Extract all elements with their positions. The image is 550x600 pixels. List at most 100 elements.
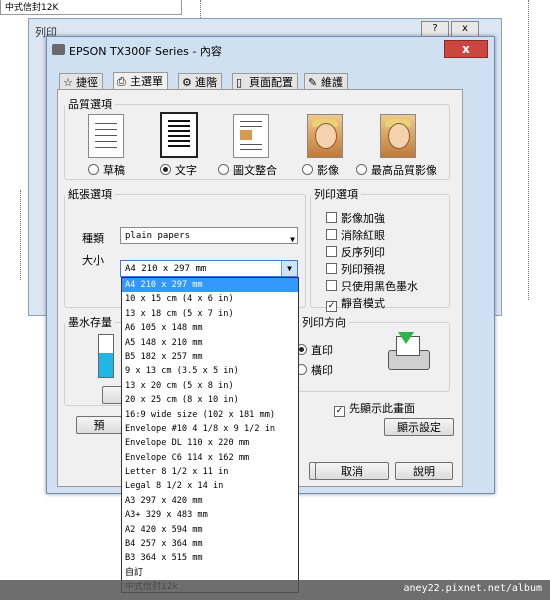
- radio-button[interactable]: [160, 164, 171, 175]
- ink-levels-legend: 墨水存量: [68, 316, 112, 329]
- chevron-down-icon[interactable]: ▼: [281, 261, 297, 276]
- checkbox[interactable]: [326, 212, 337, 223]
- dropdown-option[interactable]: Envelope DL 110 x 220 mm: [122, 436, 298, 450]
- orientation-radio-landscape[interactable]: 橫印: [296, 362, 333, 378]
- dropdown-option[interactable]: 13 x 20 cm (5 x 8 in): [122, 379, 298, 393]
- paper-type-label: 種類: [82, 232, 104, 245]
- orientation-legend: 列印方向: [302, 316, 346, 329]
- dropdown-option[interactable]: B4 257 x 364 mm: [122, 537, 298, 551]
- printer-orientation-icon: [384, 330, 432, 376]
- radio-button[interactable]: [218, 164, 229, 175]
- dropdown-option[interactable]: A5 148 x 210 mm: [122, 336, 298, 350]
- radio-button[interactable]: [302, 164, 313, 175]
- orientation-label: 橫印: [311, 364, 333, 377]
- dropdown-option[interactable]: Envelope #10 4 1/8 x 9 1/2 in: [122, 422, 298, 436]
- quality-radio-draft[interactable]: 草稿: [88, 162, 125, 178]
- dotted-guide: [528, 0, 529, 300]
- watermark-bar: aney22.pixnet.net/album: [0, 580, 550, 600]
- tab-label: 捷徑: [76, 76, 98, 89]
- checkbox-label: 消除紅眼: [341, 229, 385, 242]
- quality-radio-label: 最高品質影像: [371, 164, 437, 177]
- radio-button[interactable]: [88, 164, 99, 175]
- quality-radio-label: 影像: [317, 164, 339, 177]
- background-strip-text: 中式信封12K: [5, 3, 59, 13]
- show-screen-label: 先顯示此畫面: [349, 402, 415, 415]
- checkbox[interactable]: [326, 280, 337, 291]
- quality-radio-label: 圖文整合: [233, 164, 277, 177]
- dropdown-option[interactable]: B5 182 x 257 mm: [122, 350, 298, 364]
- dropdown-option[interactable]: A3 297 x 420 mm: [122, 494, 298, 508]
- paper-size-select[interactable]: A4 210 x 297 mm ▼: [120, 260, 298, 277]
- tab-label: 維護: [321, 76, 343, 89]
- dropdown-option[interactable]: B3 364 x 515 mm: [122, 551, 298, 565]
- checkmark-icon[interactable]: ✓: [326, 301, 337, 312]
- paper-options-legend: 紙張選項: [68, 188, 112, 201]
- radio-button[interactable]: [356, 164, 367, 175]
- checkbox-label: 影像加強: [341, 212, 385, 225]
- best-photo-quality-icon[interactable]: [380, 114, 416, 158]
- orientation-radio-portrait[interactable]: 直印: [296, 342, 333, 358]
- checkbox[interactable]: [326, 246, 337, 257]
- quality-radio-text-image[interactable]: 圖文整合: [218, 162, 277, 178]
- background-window-strip: 中式信封12K: [0, 0, 182, 15]
- checkmark-icon[interactable]: ✓: [334, 406, 345, 417]
- help-dialog-button[interactable]: 說明: [395, 462, 453, 480]
- quality-radio-label: 草稿: [103, 164, 125, 177]
- checkbox-show-this-screen[interactable]: ✓ 先顯示此畫面: [334, 400, 415, 417]
- preview-button[interactable]: 預: [76, 416, 122, 434]
- close-button[interactable]: x: [451, 21, 479, 37]
- photo-quality-icon[interactable]: [307, 114, 343, 158]
- paper-size-value: A4 210 x 297 mm: [125, 264, 207, 274]
- dotted-guide: [200, 0, 201, 18]
- text-quality-icon[interactable]: [160, 112, 198, 158]
- checkbox-quiet-mode[interactable]: ✓ 靜音模式: [326, 295, 385, 312]
- checkbox-black-ink-only[interactable]: 只使用黑色墨水: [326, 278, 418, 294]
- help-button[interactable]: ?: [421, 21, 449, 37]
- paper-type-value: plain papers: [125, 231, 191, 241]
- dropdown-option[interactable]: Envelope C6 114 x 162 mm: [122, 451, 298, 465]
- printer-app-icon: [52, 44, 65, 55]
- tab-label: 頁面配置: [249, 76, 293, 89]
- quality-options-legend: 品質選項: [68, 98, 112, 111]
- dropdown-option[interactable]: A4 210 x 297 mm: [122, 278, 298, 293]
- dropdown-option[interactable]: 13 x 18 cm (5 x 7 in): [122, 307, 298, 321]
- paper-type-select[interactable]: plain papers ▼: [120, 227, 298, 244]
- checkbox[interactable]: [326, 263, 337, 274]
- checkbox[interactable]: [326, 229, 337, 240]
- ink-level-icon: [98, 334, 114, 378]
- tab-label: 主選單: [130, 75, 163, 88]
- printer-icon: ⎙: [117, 75, 126, 88]
- dropdown-option[interactable]: 20 x 25 cm (8 x 10 in): [122, 393, 298, 407]
- dropdown-option[interactable]: 9 x 13 cm (3.5 x 5 in): [122, 364, 298, 378]
- checkbox-label: 靜音模式: [341, 297, 385, 310]
- dropdown-option[interactable]: A6 105 x 148 mm: [122, 321, 298, 335]
- checkbox-reverse-order[interactable]: 反序列印: [326, 244, 385, 260]
- dialog-close-button[interactable]: x: [444, 40, 488, 58]
- checkbox-print-preview[interactable]: 列印預視: [326, 261, 385, 277]
- chevron-down-icon: ▼: [290, 235, 295, 244]
- checkbox-enhance-image[interactable]: 影像加強: [326, 210, 385, 226]
- dropdown-option[interactable]: A3+ 329 x 483 mm: [122, 508, 298, 522]
- quality-radio-best-photo[interactable]: 最高品質影像: [356, 162, 437, 178]
- checkbox-label: 列印預視: [341, 263, 385, 276]
- display-settings-button[interactable]: 顯示設定: [384, 418, 454, 436]
- quality-radio-text[interactable]: 文字: [160, 162, 197, 178]
- checkbox-red-eye[interactable]: 消除紅眼: [326, 227, 385, 243]
- dropdown-option[interactable]: 自訂: [122, 566, 298, 580]
- print-options-legend: 列印選項: [314, 188, 358, 201]
- dropdown-option[interactable]: 10 x 15 cm (4 x 6 in): [122, 292, 298, 306]
- quality-radio-photo[interactable]: 影像: [302, 162, 339, 178]
- checkbox-label: 只使用黑色墨水: [341, 280, 418, 293]
- dropdown-option[interactable]: 16:9 wide size (102 x 181 mm): [122, 408, 298, 422]
- dropdown-option[interactable]: Legal 8 1/2 x 14 in: [122, 479, 298, 493]
- dotted-guide: [20, 190, 21, 280]
- watermark-text: aney22.pixnet.net/album: [403, 583, 542, 594]
- cancel-button[interactable]: 取消: [315, 462, 389, 480]
- dropdown-option[interactable]: A2 420 x 594 mm: [122, 523, 298, 537]
- draft-quality-icon[interactable]: [88, 114, 124, 158]
- dialog-title: EPSON TX300F Series - 內容: [69, 45, 222, 58]
- orientation-label: 直印: [311, 344, 333, 357]
- dropdown-option[interactable]: Letter 8 1/2 x 11 in: [122, 465, 298, 479]
- paper-size-dropdown-list[interactable]: A4 210 x 297 mm 10 x 15 cm (4 x 6 in) 13 x…: [121, 277, 299, 593]
- text-image-quality-icon[interactable]: [233, 114, 269, 158]
